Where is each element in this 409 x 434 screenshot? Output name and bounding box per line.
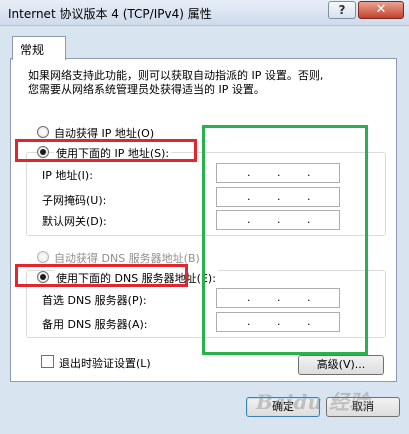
ip-address-label: IP 地址(I): <box>42 169 93 182</box>
auto-dns-radio-button[interactable] <box>37 251 49 263</box>
description-line-2: 您需要从网络系统管理员处获得适当的 IP 设置。 <box>28 83 265 96</box>
input-fields-highlight-box <box>202 125 368 355</box>
validate-settings-checkbox-box[interactable] <box>41 355 54 368</box>
preferred-dns-label: 首选 DNS 服务器(P): <box>42 294 147 307</box>
default-gateway-label: 默认网关(D): <box>42 215 107 228</box>
advanced-button[interactable]: 高级(V)... <box>298 355 384 375</box>
manual-dns-highlight-box <box>15 264 188 287</box>
manual-ip-highlight-box <box>15 139 197 162</box>
cancel-button[interactable]: 取消 <box>326 397 400 417</box>
validate-settings-label[interactable]: 退出时验证设置(L) <box>59 355 151 371</box>
tab-general[interactable]: 常规 <box>12 36 66 60</box>
title-bar[interactable]: Internet 协议版本 4 (TCP/IPv4) 属性 ? ✕ <box>0 0 409 26</box>
ok-button[interactable]: 确定 <box>246 397 320 417</box>
window-title: Internet 协议版本 4 (TCP/IPv4) 属性 <box>8 7 212 21</box>
alternate-dns-label: 备用 DNS 服务器(A): <box>42 318 148 331</box>
auto-ip-radio-button[interactable] <box>37 126 49 138</box>
help-button[interactable]: ? <box>328 1 356 19</box>
subnet-mask-label: 子网掩码(U): <box>42 194 107 207</box>
close-button[interactable]: ✕ <box>358 1 404 19</box>
